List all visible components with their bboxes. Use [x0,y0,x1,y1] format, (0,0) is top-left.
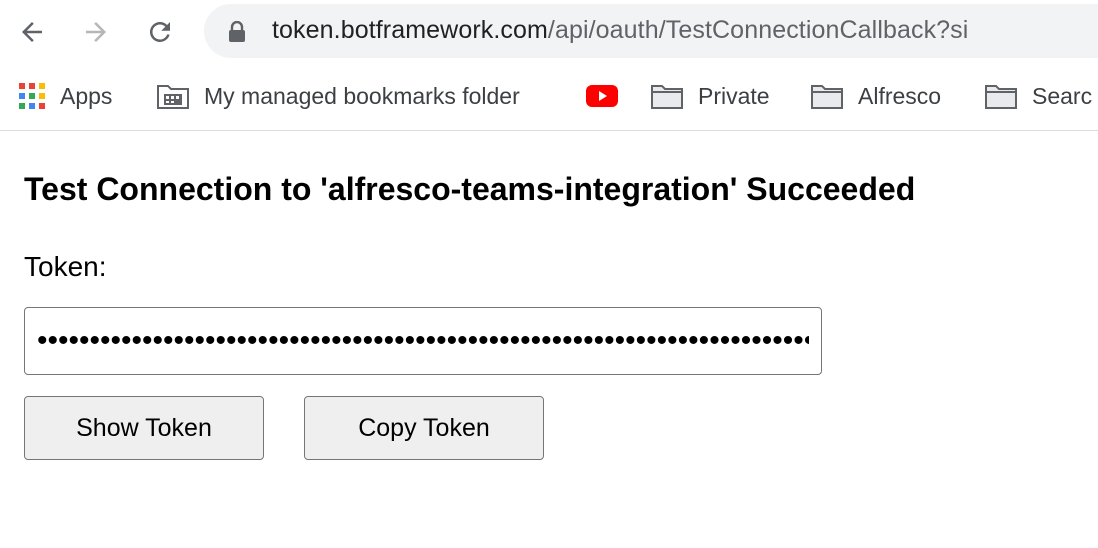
page-title: Test Connection to 'alfresco-teams-integ… [24,171,916,207]
page-content: Test Connection to 'alfresco-teams-integ… [0,131,1098,548]
token-field[interactable] [24,307,822,375]
folder-icon [985,85,1017,109]
reload-button[interactable] [142,14,178,50]
url-host: token.botframework.com [272,16,548,44]
folder-icon [811,85,843,109]
url-text: token.botframework.com/api/oauth/TestCon… [272,16,968,45]
url-path: /api/oauth/TestConnectionCallback?si [547,16,969,44]
bookmark-search[interactable]: Searc [984,80,1092,112]
apps-grid-icon [19,83,45,109]
bookmark-private[interactable]: Private [650,80,770,112]
arrow-left-icon [22,22,42,42]
token-label: Token: [24,251,107,282]
managed-folder-icon [157,85,189,109]
bookmark-label: Alfresco [858,82,942,109]
bookmark-managed-folder[interactable]: My managed bookmarks folder [156,80,520,112]
lock-icon[interactable] [228,21,246,43]
arrow-right-icon [86,22,106,42]
copy-token-button[interactable]: Copy Token [304,396,544,460]
youtube-icon [586,85,618,107]
bookmark-label: Searc [1032,82,1093,109]
forward-button[interactable] [78,14,114,50]
bookmark-apps[interactable]: Apps [18,80,112,112]
bookmark-label: Apps [60,82,113,109]
folder-icon [651,85,683,109]
bookmark-label: My managed bookmarks folder [204,82,520,109]
bookmark-alfresco[interactable]: Alfresco [810,80,941,112]
show-token-button[interactable]: Show Token [24,396,264,460]
bookmarks-bar: Apps My managed bookmarks folder Private… [0,64,1098,131]
reload-icon [149,21,170,42]
bookmark-label: Private [698,82,770,109]
browser-toolbar: token.botframework.com/api/oauth/TestCon… [0,0,1098,64]
back-button[interactable] [14,14,50,50]
address-bar[interactable]: token.botframework.com/api/oauth/TestCon… [204,4,1098,58]
bookmark-youtube[interactable] [586,80,618,112]
